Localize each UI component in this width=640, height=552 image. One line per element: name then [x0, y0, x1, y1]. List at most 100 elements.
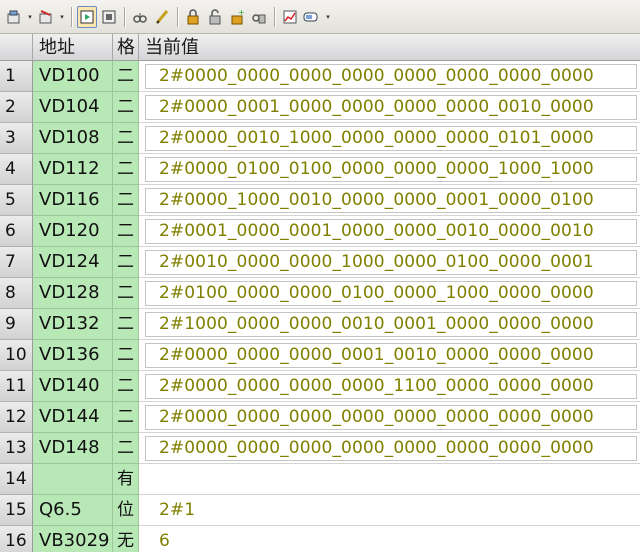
table-row[interactable]: 7 VD124 二 2#0010_0000_0000_1000_0000_0100_0…	[0, 247, 640, 278]
trend-view-icon[interactable]	[99, 6, 119, 28]
address-cell[interactable]: VD136	[33, 340, 113, 371]
format-cell[interactable]: 二	[113, 123, 139, 154]
format-cell[interactable]: 有	[113, 464, 139, 495]
display-format-icon[interactable]	[302, 6, 322, 28]
table-row[interactable]: 4 VD112 二 2#0000_0100_0100_0000_0000_0000_1…	[0, 154, 640, 185]
row-number[interactable]: 15	[0, 495, 33, 526]
row-number[interactable]: 7	[0, 247, 33, 278]
current-value-cell[interactable]: 6	[139, 526, 640, 552]
insert-row-icon[interactable]	[4, 6, 24, 28]
format-cell[interactable]: 二	[113, 340, 139, 371]
address-cell[interactable]: VD148	[33, 433, 113, 464]
table-row[interactable]: 11 VD140 二 2#0000_0000_0000_0000_1100_0000_…	[0, 371, 640, 402]
table-row[interactable]: 9 VD132 二 2#1000_0000_0000_0010_0001_0000_0…	[0, 309, 640, 340]
row-number[interactable]: 12	[0, 402, 33, 433]
current-value-cell[interactable]: 2#0000_0000_0000_0000_1100_0000_0000_000…	[139, 371, 640, 402]
read-all-forced-icon[interactable]: +	[227, 6, 247, 28]
address-cell[interactable]: VD100	[33, 61, 113, 92]
row-number[interactable]: 1	[0, 61, 33, 92]
address-cell[interactable]: VB3029	[33, 526, 113, 552]
format-cell[interactable]: 二	[113, 154, 139, 185]
row-number[interactable]: 5	[0, 185, 33, 216]
row-number[interactable]: 2	[0, 92, 33, 123]
row-number[interactable]: 3	[0, 123, 33, 154]
table-row[interactable]: 5 VD116 二 2#0000_1000_0010_0000_0000_0001_0…	[0, 185, 640, 216]
current-value-text: 2#0001_0000_0001_0000_0000_0010_0000_001…	[159, 221, 594, 241]
address-cell[interactable]	[33, 464, 113, 495]
table-row[interactable]: 10 VD136 二 2#0000_0000_0000_0001_0010_0000_…	[0, 340, 640, 371]
table-row[interactable]: 3 VD108 二 2#0000_0010_1000_0000_0000_0000_0…	[0, 123, 640, 154]
address-cell[interactable]: VD112	[33, 154, 113, 185]
row-number[interactable]: 13	[0, 433, 33, 464]
format-cell[interactable]: 二	[113, 309, 139, 340]
delete-dropdown-arrow-icon[interactable]: ▾	[58, 6, 66, 28]
address-cell[interactable]: Q6.5	[33, 495, 113, 526]
current-value-cell[interactable]: 2#0000_0000_0000_0000_0000_0000_0000_000…	[139, 433, 640, 464]
table-row[interactable]: 13 VD148 二 2#0000_0000_0000_0000_0000_0000_…	[0, 433, 640, 464]
address-cell[interactable]: VD132	[33, 309, 113, 340]
current-value-cell[interactable]: 2#0000_0100_0100_0000_0000_0000_1000_100…	[139, 154, 640, 185]
current-value-cell[interactable]	[139, 464, 640, 495]
table-row[interactable]: 2 VD104 二 2#0000_0001_0000_0000_0000_0000_0…	[0, 92, 640, 123]
format-cell[interactable]: 二	[113, 247, 139, 278]
current-value-cell[interactable]: 2#0010_0000_0000_1000_0000_0100_0000_000…	[139, 247, 640, 278]
header-address[interactable]: 地址	[33, 34, 113, 61]
address-cell[interactable]: VD144	[33, 402, 113, 433]
address-cell[interactable]: VD124	[33, 247, 113, 278]
table-row[interactable]: 12 VD144 二 2#0000_0000_0000_0000_0000_0000_…	[0, 402, 640, 433]
format-cell[interactable]: 二	[113, 371, 139, 402]
current-value-cell[interactable]: 2#0000_1000_0010_0000_0000_0001_0000_010…	[139, 185, 640, 216]
row-number[interactable]: 8	[0, 278, 33, 309]
address-cell[interactable]: VD128	[33, 278, 113, 309]
current-value-cell[interactable]: 2#1	[139, 495, 640, 526]
table-row[interactable]: 16 VB3029 无 6	[0, 526, 640, 552]
chart-icon[interactable]	[280, 6, 300, 28]
address-cell[interactable]: VD120	[33, 216, 113, 247]
table-view-icon[interactable]	[77, 5, 97, 28]
row-number[interactable]: 10	[0, 340, 33, 371]
read-icon[interactable]	[130, 6, 150, 28]
address-cell[interactable]: VD104	[33, 92, 113, 123]
row-number[interactable]: 14	[0, 464, 33, 495]
format-cell[interactable]: 二	[113, 433, 139, 464]
display-format-dropdown-arrow-icon[interactable]: ▾	[324, 6, 332, 28]
header-current-value[interactable]: 当前值	[139, 34, 640, 61]
current-value-text: 2#0000_0000_0000_0000_1100_0000_0000_000…	[159, 376, 594, 396]
current-value-cell[interactable]: 2#0000_0010_1000_0000_0000_0000_0101_000…	[139, 123, 640, 154]
address-cell[interactable]: VD140	[33, 371, 113, 402]
format-cell[interactable]: 二	[113, 402, 139, 433]
format-cell[interactable]: 二	[113, 61, 139, 92]
format-cell[interactable]: 无	[113, 526, 139, 552]
current-value-cell[interactable]: 2#0100_0000_0000_0100_0000_1000_0000_000…	[139, 278, 640, 309]
force-icon[interactable]	[183, 6, 203, 28]
table-row[interactable]: 6 VD120 二 2#0001_0000_0001_0000_0000_0010_0…	[0, 216, 640, 247]
address-cell[interactable]: VD116	[33, 185, 113, 216]
format-cell[interactable]: 二	[113, 185, 139, 216]
unforce-icon[interactable]	[205, 6, 225, 28]
table-row[interactable]: 8 VD128 二 2#0100_0000_0000_0100_0000_1000_0…	[0, 278, 640, 309]
current-value-cell[interactable]: 2#0000_0000_0000_0000_0000_0000_0000_000…	[139, 61, 640, 92]
row-number[interactable]: 16	[0, 526, 33, 552]
delete-row-icon[interactable]	[36, 6, 56, 28]
table-row[interactable]: 15 Q6.5 位 2#1	[0, 495, 640, 526]
table-row[interactable]: 1 VD100 二 2#0000_0000_0000_0000_0000_0000_0…	[0, 61, 640, 92]
table-row[interactable]: 14 有	[0, 464, 640, 495]
address-cell[interactable]: VD108	[33, 123, 113, 154]
unforce-all-icon[interactable]	[249, 6, 269, 28]
write-icon[interactable]	[152, 6, 172, 28]
row-number[interactable]: 9	[0, 309, 33, 340]
format-cell[interactable]: 位	[113, 495, 139, 526]
insert-dropdown-arrow-icon[interactable]: ▾	[26, 6, 34, 28]
format-cell[interactable]: 二	[113, 278, 139, 309]
row-number[interactable]: 11	[0, 371, 33, 402]
current-value-cell[interactable]: 2#0000_0000_0000_0001_0010_0000_0000_000…	[139, 340, 640, 371]
current-value-cell[interactable]: 2#0000_0000_0000_0000_0000_0000_0000_000…	[139, 402, 640, 433]
current-value-cell[interactable]: 2#0001_0000_0001_0000_0000_0010_0000_001…	[139, 216, 640, 247]
format-cell[interactable]: 二	[113, 92, 139, 123]
format-cell[interactable]: 二	[113, 216, 139, 247]
row-number[interactable]: 4	[0, 154, 33, 185]
header-format[interactable]: 格	[113, 34, 139, 61]
row-number[interactable]: 6	[0, 216, 33, 247]
current-value-cell[interactable]: 2#1000_0000_0000_0010_0001_0000_0000_000…	[139, 309, 640, 340]
current-value-cell[interactable]: 2#0000_0001_0000_0000_0000_0000_0010_000…	[139, 92, 640, 123]
